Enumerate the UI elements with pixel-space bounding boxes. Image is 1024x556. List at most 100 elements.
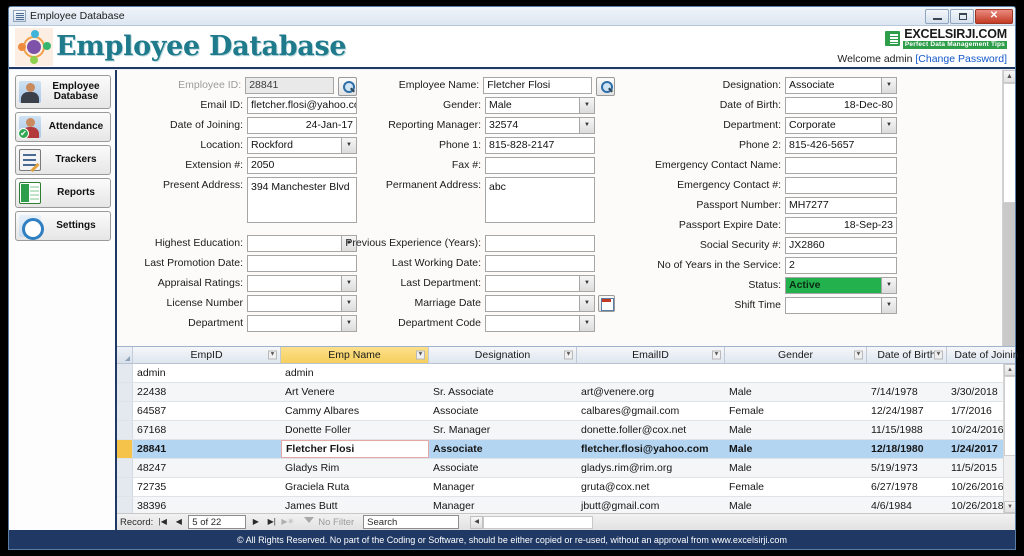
minimize-button[interactable] <box>925 8 949 24</box>
grid-vertical-scrollbar[interactable]: ▲ ▼ <box>1003 364 1015 513</box>
passport-number-field[interactable]: MH7277 <box>785 197 897 214</box>
cell-designation[interactable]: Manager <box>429 497 577 513</box>
row-selector[interactable] <box>117 364 133 382</box>
shift-time-combo[interactable]: ▼ <box>785 297 897 314</box>
table-row[interactable]: admin admin <box>117 364 1015 383</box>
table-row[interactable]: 48247 Gladys Rim Associate gladys.rim@rim.o… <box>117 459 1015 478</box>
row-selector[interactable] <box>117 421 133 439</box>
cell-gender[interactable]: Female <box>725 478 867 496</box>
table-row[interactable]: 38396 James Butt Manager jbutt@gmail.com Mal… <box>117 497 1015 513</box>
cell-designation[interactable]: Sr. Manager <box>429 421 577 439</box>
sidebar-item-attendance[interactable]: ✔ Attendance <box>15 112 111 142</box>
status-combo[interactable]: Active ▼ <box>785 277 897 294</box>
grid-column-header-emp-name[interactable]: Emp Name ▼ <box>281 347 429 363</box>
scroll-down-icon[interactable]: ▼ <box>1004 501 1015 513</box>
cell-gender[interactable]: Male <box>725 421 867 439</box>
sidebar-item-settings[interactable]: Settings <box>15 211 111 241</box>
last-working-date-field[interactable] <box>485 255 595 272</box>
last-record-icon[interactable]: ▶| <box>265 516 278 529</box>
passport-expire-date-field[interactable]: 18-Sep-23 <box>785 217 897 234</box>
scroll-left-icon[interactable]: ◀ <box>470 515 484 529</box>
marriage-date-combo[interactable]: ▼ <box>485 295 595 312</box>
cell-designation[interactable]: Manager <box>429 478 577 496</box>
phone-2-field[interactable]: 815-426-5657 <box>785 137 897 154</box>
change-password-link[interactable]: [Change Password] <box>915 53 1007 65</box>
cell-emailid[interactable]: gladys.rim@rim.org <box>577 459 725 477</box>
cell-designation[interactable] <box>429 364 577 382</box>
cell-dob[interactable]: 6/27/1978 <box>867 478 947 496</box>
sidebar-item-employee-database[interactable]: Employee Database <box>15 75 111 109</box>
sidebar-item-reports[interactable]: Reports <box>15 178 111 208</box>
years-in-service-field[interactable]: 2 <box>785 257 897 274</box>
employee-name-field[interactable]: Fletcher Flosi <box>483 77 592 94</box>
cell-gender[interactable]: Male <box>725 440 867 458</box>
cell-emp-name[interactable]: Cammy Albares <box>281 402 429 420</box>
grid-column-header-date-of-joining[interactable]: Date of Joinin <box>947 347 1024 363</box>
chevron-down-icon[interactable]: ▼ <box>416 350 425 360</box>
cell-gender[interactable] <box>725 364 867 382</box>
search-input[interactable]: Search <box>363 515 460 529</box>
social-security-field[interactable]: JX2860 <box>785 237 897 254</box>
cell-dob[interactable]: 12/18/1980 <box>867 440 947 458</box>
row-selector[interactable] <box>117 402 133 420</box>
date-of-birth-field[interactable]: 18-Dec-80 <box>785 97 897 114</box>
restore-button[interactable] <box>950 8 974 24</box>
grid-column-header-gender[interactable]: Gender ▼ <box>725 347 867 363</box>
reporting-manager-combo[interactable]: 32574 ▼ <box>485 117 595 134</box>
cell-gender[interactable]: Male <box>725 383 867 401</box>
cell-empid[interactable]: 67168 <box>133 421 281 439</box>
previous-record-icon[interactable]: ◀ <box>172 516 185 529</box>
new-record-icon[interactable]: ▶✳ <box>281 516 294 529</box>
chevron-down-icon[interactable]: ▼ <box>564 350 573 360</box>
permanent-address-field[interactable]: abc <box>485 177 595 223</box>
table-row[interactable]: 22438 Art Venere Sr. Associate art@venere.o… <box>117 383 1015 402</box>
close-button[interactable]: ✕ <box>975 8 1013 24</box>
cell-empid[interactable]: 38396 <box>133 497 281 513</box>
scroll-thumb[interactable] <box>1004 376 1015 456</box>
chevron-down-icon[interactable]: ▼ <box>854 350 863 360</box>
scroll-thumb[interactable] <box>1003 83 1015 203</box>
cell-gender[interactable]: Male <box>725 459 867 477</box>
emergency-contact-name-field[interactable] <box>785 157 897 174</box>
department-code-combo[interactable]: ▼ <box>485 315 595 332</box>
cell-emp-name[interactable]: Donette Foller <box>281 421 429 439</box>
department-combo[interactable]: Corporate ▼ <box>785 117 897 134</box>
cell-dob[interactable]: 4/6/1984 <box>867 497 947 513</box>
cell-emp-name[interactable]: admin <box>281 364 429 382</box>
row-selector[interactable] <box>117 383 133 401</box>
table-row[interactable]: 67168 Donette Foller Sr. Manager donette.fo… <box>117 421 1015 440</box>
gender-combo[interactable]: Male ▼ <box>485 97 595 114</box>
cell-emailid[interactable]: art@venere.org <box>577 383 725 401</box>
grid-column-header-emailid[interactable]: EmailID ▼ <box>577 347 725 363</box>
cell-dob[interactable]: 12/24/1987 <box>867 402 947 420</box>
cell-designation[interactable]: Associate <box>429 459 577 477</box>
cell-emp-name[interactable]: Art Venere <box>281 383 429 401</box>
record-position-input[interactable]: 5 of 22 <box>188 515 247 529</box>
chevron-down-icon[interactable]: ▼ <box>934 350 943 360</box>
row-selector[interactable] <box>117 459 133 477</box>
table-row[interactable]: 72735 Graciela Ruta Manager gruta@cox.net Fe… <box>117 478 1015 497</box>
cell-empid[interactable]: 64587 <box>133 402 281 420</box>
cell-emailid[interactable]: gruta@cox.net <box>577 478 725 496</box>
grid-column-header-empid[interactable]: EmpID ▼ <box>133 347 281 363</box>
next-record-icon[interactable]: ▶ <box>249 516 262 529</box>
cell-designation[interactable]: Associate <box>429 402 577 420</box>
chevron-down-icon[interactable]: ▼ <box>712 350 721 360</box>
emergency-contact-number-field[interactable] <box>785 177 897 194</box>
table-row[interactable]: 64587 Cammy Albares Associate calbares@gmai… <box>117 402 1015 421</box>
first-record-icon[interactable]: |◀ <box>156 516 169 529</box>
cell-emailid[interactable] <box>577 364 725 382</box>
previous-experience-field[interactable] <box>485 235 595 252</box>
cell-emailid[interactable]: donette.foller@cox.net <box>577 421 725 439</box>
cell-empid[interactable]: 72735 <box>133 478 281 496</box>
grid-column-header-designation[interactable]: Designation ▼ <box>429 347 577 363</box>
designation-combo[interactable]: Associate ▼ <box>785 77 897 94</box>
cell-emp-name[interactable]: Gladys Rim <box>281 459 429 477</box>
chevron-down-icon[interactable]: ▼ <box>268 350 277 360</box>
cell-emailid[interactable]: calbares@gmail.com <box>577 402 725 420</box>
scroll-up-icon[interactable]: ▲ <box>1003 70 1015 83</box>
cell-emp-name[interactable]: James Butt <box>281 497 429 513</box>
cell-gender[interactable]: Male <box>725 497 867 513</box>
row-selector[interactable] <box>117 497 133 513</box>
table-row-selected[interactable]: 28841 Fletcher Flosi Associate fletcher.flo… <box>117 440 1015 459</box>
